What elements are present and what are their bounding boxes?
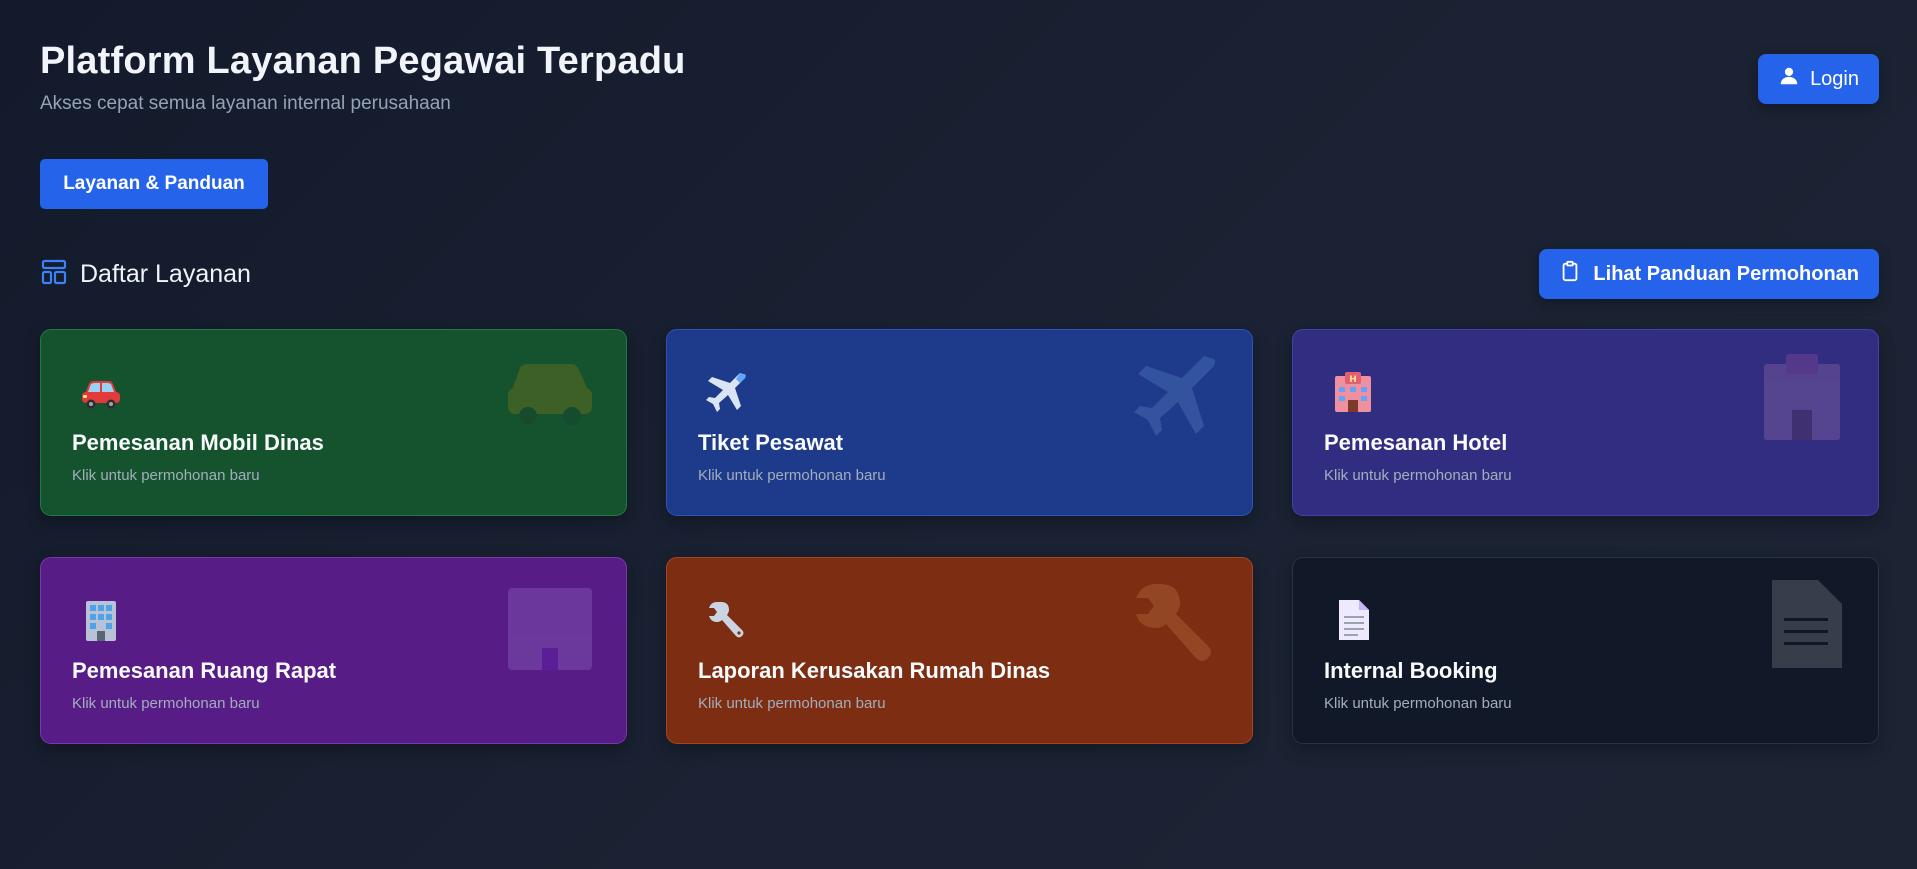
service-title: Tiket Pesawat bbox=[698, 430, 844, 455]
service-card-flight-ticket[interactable]: Tiket Pesawat Klik untuk permohonan baru bbox=[666, 329, 1253, 516]
view-application-guide-button[interactable]: Lihat Panduan Permohonan bbox=[1539, 249, 1879, 299]
service-card-internal-booking[interactable]: Internal Booking Klik untuk permohonan b… bbox=[1292, 557, 1879, 744]
service-title: Pemesanan Mobil Dinas bbox=[72, 430, 324, 455]
page-title: Platform Layanan Pegawai Terpadu bbox=[40, 40, 686, 82]
document-watermark-icon bbox=[1756, 578, 1848, 670]
hotel-icon: H bbox=[1329, 368, 1377, 416]
section-title: Daftar Layanan bbox=[80, 260, 251, 288]
service-card-meeting-room[interactable]: Pemesanan Ruang Rapat Klik untuk permoho… bbox=[40, 557, 627, 744]
service-card-house-damage-report[interactable]: Laporan Kerusakan Rumah Dinas Klik untuk… bbox=[666, 557, 1253, 744]
wrench-watermark-icon bbox=[1130, 578, 1222, 670]
service-title: Laporan Kerusakan Rumah Dinas bbox=[698, 658, 1051, 683]
service-title: Pemesanan Hotel bbox=[1324, 430, 1508, 455]
user-icon bbox=[1778, 65, 1800, 93]
login-label: Login bbox=[1810, 67, 1859, 90]
page-subtitle: Akses cepat semua layanan internal perus… bbox=[40, 93, 451, 114]
service-title: Internal Booking bbox=[1324, 658, 1498, 683]
header: Platform Layanan Pegawai Terpadu Akses c… bbox=[40, 40, 686, 115]
clipboard-icon bbox=[1559, 260, 1581, 288]
service-subtitle: Klik untuk permohonan baru bbox=[698, 695, 886, 712]
service-title: Pemesanan Ruang Rapat bbox=[72, 658, 337, 683]
office-building-watermark-icon bbox=[504, 578, 596, 670]
service-subtitle: Klik untuk permohonan baru bbox=[72, 695, 260, 712]
airplane-watermark-icon bbox=[1130, 350, 1222, 442]
service-grid: Pemesanan Mobil Dinas Klik untuk permoho… bbox=[40, 329, 1879, 744]
service-subtitle: Klik untuk permohonan baru bbox=[1324, 467, 1512, 484]
document-icon bbox=[1329, 596, 1377, 644]
service-subtitle: Klik untuk permohonan baru bbox=[72, 467, 260, 484]
wrench-icon bbox=[703, 596, 751, 644]
view-application-guide-label: Lihat Panduan Permohonan bbox=[1593, 262, 1859, 285]
service-card-hotel[interactable]: H Pemesanan Hotel Klik untuk permohonan … bbox=[1292, 329, 1879, 516]
car-watermark-icon bbox=[504, 350, 596, 442]
office-building-icon bbox=[77, 596, 125, 644]
page: Platform Layanan Pegawai Terpadu Akses c… bbox=[0, 0, 1917, 869]
login-button[interactable]: Login bbox=[1758, 54, 1879, 104]
service-subtitle: Klik untuk permohonan baru bbox=[698, 467, 886, 484]
layout-icon bbox=[40, 258, 68, 291]
car-icon bbox=[77, 368, 125, 416]
services-guide-button[interactable]: Layanan & Panduan bbox=[40, 159, 268, 209]
airplane-icon bbox=[703, 368, 751, 416]
hotel-watermark-icon bbox=[1756, 350, 1848, 442]
service-card-official-car[interactable]: Pemesanan Mobil Dinas Klik untuk permoho… bbox=[40, 329, 627, 516]
svg-text:H: H bbox=[1349, 375, 1357, 385]
service-subtitle: Klik untuk permohonan baru bbox=[1324, 695, 1512, 712]
services-guide-label: Layanan & Panduan bbox=[63, 173, 245, 194]
section-header: Daftar Layanan bbox=[40, 258, 251, 291]
